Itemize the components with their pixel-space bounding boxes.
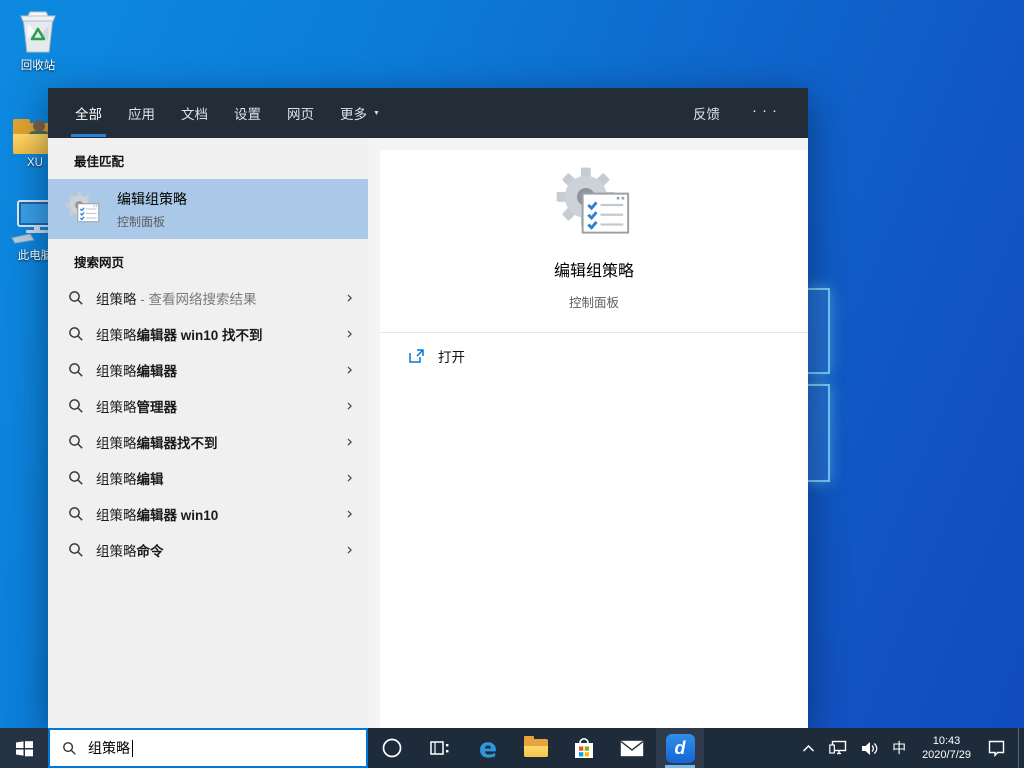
tab-more[interactable]: 更多 ▼ — [327, 88, 393, 138]
open-action-label: 打开 — [438, 350, 465, 365]
tab-all-label: 全部 — [75, 107, 102, 122]
search-suggestion[interactable]: 组策略编辑 › — [48, 460, 368, 496]
tab-apps-label: 应用 — [128, 107, 155, 122]
open-action[interactable]: 打开 — [380, 333, 808, 379]
group-policy-icon — [65, 191, 100, 223]
clock-date: 2020/7/29 — [922, 749, 971, 761]
search-suggestion[interactable]: 组策略命令 › — [48, 532, 368, 568]
tab-documents[interactable]: 文档 — [168, 88, 221, 138]
tab-web-label: 网页 — [287, 107, 314, 122]
cortana-button[interactable] — [368, 728, 416, 768]
file-explorer-icon — [524, 736, 548, 757]
search-icon — [69, 291, 83, 305]
windows-logo-icon — [15, 740, 33, 756]
tray-expand-button[interactable] — [795, 728, 822, 768]
tab-all[interactable]: 全部 — [62, 88, 115, 138]
recycle-bin-icon — [5, 8, 71, 54]
store-icon — [575, 738, 593, 758]
search-icon — [69, 543, 83, 557]
best-match-title: 编辑组策略 — [117, 190, 187, 207]
search-icon — [69, 507, 83, 521]
preview-subtitle: 控制面板 — [568, 296, 619, 310]
text-caret — [132, 739, 133, 757]
search-icon — [63, 741, 76, 755]
network-status[interactable] — [822, 728, 854, 768]
driver-app-icon: d — [665, 733, 695, 763]
show-desktop-button[interactable] — [1018, 728, 1024, 768]
cortana-icon — [382, 738, 402, 758]
ime-indicator[interactable]: 中 — [885, 728, 913, 768]
volume-status[interactable] — [854, 728, 885, 768]
taskbar-search-input[interactable]: 组策略 — [48, 728, 368, 768]
tab-settings-label: 设置 — [234, 107, 261, 122]
feedback-button[interactable]: 反馈 — [693, 103, 720, 123]
tab-web[interactable]: 网页 — [274, 88, 327, 138]
chevron-right-icon: › — [346, 539, 353, 560]
search-suggestion[interactable]: 组策略编辑器找不到 › — [48, 424, 368, 460]
edge-button[interactable]: e — [464, 728, 512, 768]
mail-button[interactable] — [608, 728, 656, 768]
taskbar-clock[interactable]: 10:43 2020/7/29 — [913, 728, 980, 768]
tab-apps[interactable]: 应用 — [115, 88, 168, 138]
group-policy-icon-large — [556, 167, 630, 234]
chevron-right-icon: › — [346, 359, 353, 380]
tab-documents-label: 文档 — [181, 107, 208, 122]
task-view-icon — [430, 741, 449, 755]
best-match-header: 最佳匹配 — [74, 155, 125, 169]
preview-title: 编辑组策略 — [553, 263, 634, 280]
search-suggestion[interactable]: 组策略编辑器 win10 找不到 › — [48, 316, 368, 352]
tab-more-label: 更多 — [340, 107, 367, 122]
chevron-right-icon: › — [346, 503, 353, 524]
chevron-right-icon: › — [346, 431, 353, 452]
search-filter-tabbar: 全部 应用 文档 设置 网页 更多 ▼ 反馈 ··· — [48, 88, 808, 138]
network-icon — [829, 740, 847, 755]
task-view-button[interactable] — [416, 728, 464, 768]
search-suggestion[interactable]: 组策略编辑器 win10 › — [48, 496, 368, 532]
start-button[interactable] — [0, 728, 48, 768]
store-button[interactable] — [560, 728, 608, 768]
best-match-subtitle: 控制面板 — [117, 214, 166, 229]
desktop-icon-label: 回收站 — [20, 60, 56, 72]
chevron-up-icon — [803, 744, 815, 752]
chevron-right-icon: › — [346, 467, 353, 488]
search-suggestion[interactable]: 组策略管理器 › — [48, 388, 368, 424]
search-suggestion[interactable]: 组策略编辑器 › — [48, 352, 368, 388]
chevron-right-icon: › — [346, 287, 353, 308]
wallpaper-window-pane — [806, 288, 830, 374]
search-results-list: 最佳匹配 编辑组策略 控制面板 搜索网页 组策略 - 查看网络搜索结果 › 组策… — [48, 138, 368, 728]
chevron-right-icon: › — [346, 395, 353, 416]
chevron-down-icon: ▼ — [373, 109, 380, 117]
file-explorer-button[interactable] — [512, 728, 560, 768]
result-preview-pane: 编辑组策略 控制面板 打开 — [380, 150, 808, 728]
mail-icon — [620, 740, 644, 756]
search-icon — [69, 327, 83, 341]
search-flyout-panel: 全部 应用 文档 设置 网页 更多 ▼ 反馈 ··· 最佳匹配 编辑组策略 控制… — [48, 88, 808, 728]
edge-icon: e — [478, 732, 498, 764]
search-icon — [69, 363, 83, 377]
action-center-icon — [988, 740, 1005, 757]
taskbar: 组策略 e d 中 10:43 2020/7/29 — [0, 728, 1024, 768]
search-query-text: 组策略 — [88, 740, 130, 756]
driver-app-button[interactable]: d — [656, 728, 704, 768]
more-options-icon[interactable]: ··· — [752, 102, 782, 125]
tab-settings[interactable]: 设置 — [221, 88, 274, 138]
open-external-icon — [409, 348, 424, 363]
search-icon — [69, 471, 83, 485]
search-icon — [69, 435, 83, 449]
desktop-icon-recycle-bin[interactable]: 回收站 — [5, 8, 71, 73]
action-center-button[interactable] — [980, 728, 1013, 768]
clock-time: 10:43 — [932, 734, 961, 747]
search-icon — [69, 399, 83, 413]
search-suggestion[interactable]: 组策略 - 查看网络搜索结果 › — [48, 280, 368, 316]
chevron-right-icon: › — [346, 323, 353, 344]
web-search-header: 搜索网页 — [74, 256, 125, 270]
speaker-icon — [862, 741, 878, 755]
best-match-result[interactable]: 编辑组策略 控制面板 — [48, 179, 368, 239]
wallpaper-window-pane — [806, 384, 830, 482]
